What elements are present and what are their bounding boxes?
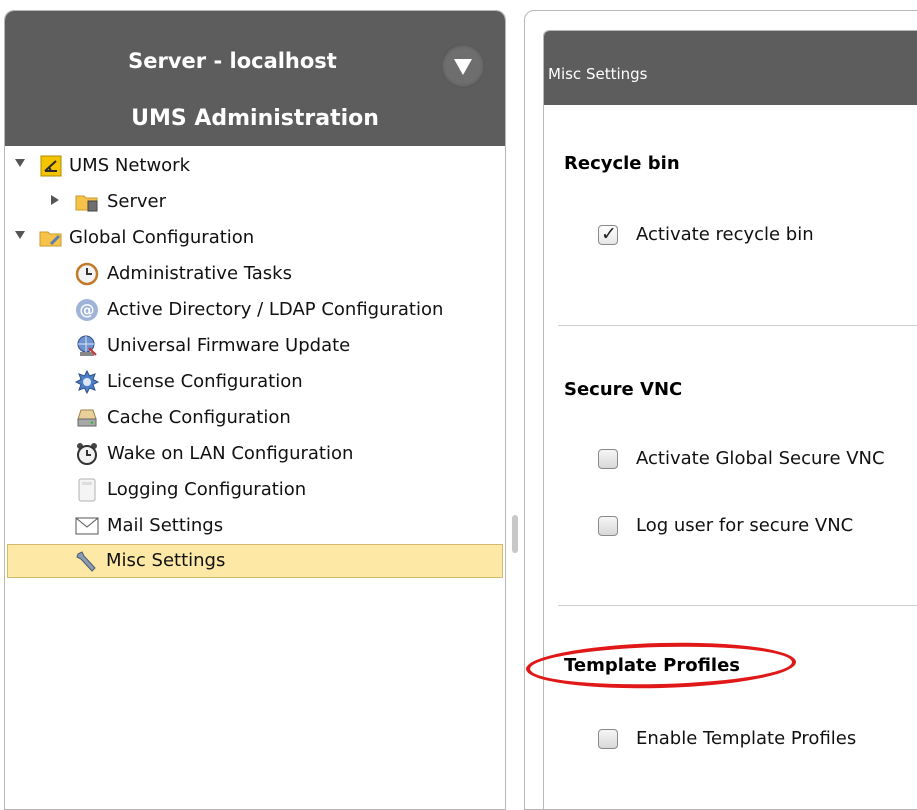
config-folder-icon	[39, 226, 63, 250]
checkmark-icon: ✓	[601, 223, 617, 245]
tree-item-label: Logging Configuration	[107, 479, 307, 500]
checkbox-label: Activate recycle bin	[636, 224, 814, 245]
globe-update-icon	[75, 334, 99, 358]
tree-item-server[interactable]: Server	[7, 185, 503, 219]
tree-item-label: License Configuration	[107, 371, 303, 392]
section-title-template-profiles: Template Profiles	[564, 655, 741, 676]
network-icon	[39, 154, 63, 178]
triangle-down-icon	[454, 59, 472, 75]
tree-item-administrative-tasks[interactable]: Administrative Tasks	[7, 257, 503, 291]
svg-text:@: @	[80, 301, 95, 319]
tree-item-cache-configuration[interactable]: Cache Configuration	[7, 401, 503, 435]
server-folder-icon	[75, 190, 99, 214]
navigation-panel: Server - localhost UMS Administration UM…	[4, 10, 506, 810]
checkbox-label: Log user for secure VNC	[636, 515, 854, 536]
tree-item-universal-firmware-update[interactable]: Universal Firmware Update	[7, 329, 503, 363]
misc-settings-panel: Misc Settings Recycle bin ✓ Activate rec…	[543, 30, 917, 810]
tree-item-label: Universal Firmware Update	[107, 335, 351, 356]
expand-arrow-icon[interactable]	[15, 159, 25, 167]
section-divider	[558, 325, 917, 326]
tree-item-label: Wake on LAN Configuration	[107, 443, 354, 464]
wrench-icon	[74, 550, 98, 574]
activate-recycle-bin-checkbox[interactable]: ✓	[598, 223, 618, 245]
tree-item-label: Cache Configuration	[107, 407, 291, 428]
navigation-header: Server - localhost UMS Administration	[5, 11, 505, 146]
section-title-recycle-bin: Recycle bin	[564, 153, 680, 174]
log-document-icon	[75, 478, 99, 502]
tree-item-label: Global Configuration	[69, 227, 255, 248]
tree-item-label: Misc Settings	[106, 550, 226, 571]
checkbox-label: Enable Template Profiles	[636, 728, 857, 749]
license-badge-icon	[75, 370, 99, 394]
tree-item-global-configuration[interactable]: Global Configuration	[7, 221, 503, 255]
section-divider	[558, 605, 917, 606]
at-icon: @	[75, 298, 99, 322]
tree-item-label: Mail Settings	[107, 515, 224, 536]
tree-item-label: Administrative Tasks	[107, 263, 292, 284]
ums-administration-title: UMS Administration	[131, 106, 379, 131]
tree-item-logging-configuration[interactable]: Logging Configuration	[7, 473, 503, 507]
clock-icon	[75, 262, 99, 286]
tree-item-misc-settings[interactable]: Misc Settings	[7, 544, 503, 578]
checkbox-label: Activate Global Secure VNC	[636, 448, 885, 469]
tree-item-wake-on-lan[interactable]: Wake on LAN Configuration	[7, 437, 503, 471]
alarm-clock-icon	[75, 442, 99, 466]
tree-item-mail-settings[interactable]: Mail Settings	[7, 509, 503, 543]
tree-item-license-configuration[interactable]: License Configuration	[7, 365, 503, 399]
section-title-secure-vnc: Secure VNC	[564, 379, 683, 400]
activate-global-secure-vnc-checkbox[interactable]	[598, 449, 618, 469]
splitter-handle[interactable]	[512, 515, 518, 553]
collapse-arrow-icon[interactable]	[51, 195, 59, 205]
panel-header: Misc Settings	[544, 31, 917, 105]
server-dropdown-button[interactable]	[441, 44, 485, 88]
tree-item-label: Active Directory / LDAP Configuration	[107, 299, 444, 320]
cache-drive-icon	[75, 406, 99, 430]
tree-item-label: UMS Network	[69, 155, 191, 176]
log-user-secure-vnc-checkbox[interactable]	[598, 516, 618, 536]
server-title: Server - localhost	[128, 49, 337, 73]
expand-arrow-icon[interactable]	[15, 231, 25, 239]
tree-item-label: Server	[107, 191, 167, 212]
tree-item-ums-network[interactable]: UMS Network	[7, 149, 503, 183]
tree-item-active-directory[interactable]: @ Active Directory / LDAP Configuration	[7, 293, 503, 327]
envelope-icon	[75, 514, 99, 538]
panel-title: Misc Settings	[548, 65, 648, 83]
enable-template-profiles-checkbox[interactable]	[598, 729, 618, 749]
